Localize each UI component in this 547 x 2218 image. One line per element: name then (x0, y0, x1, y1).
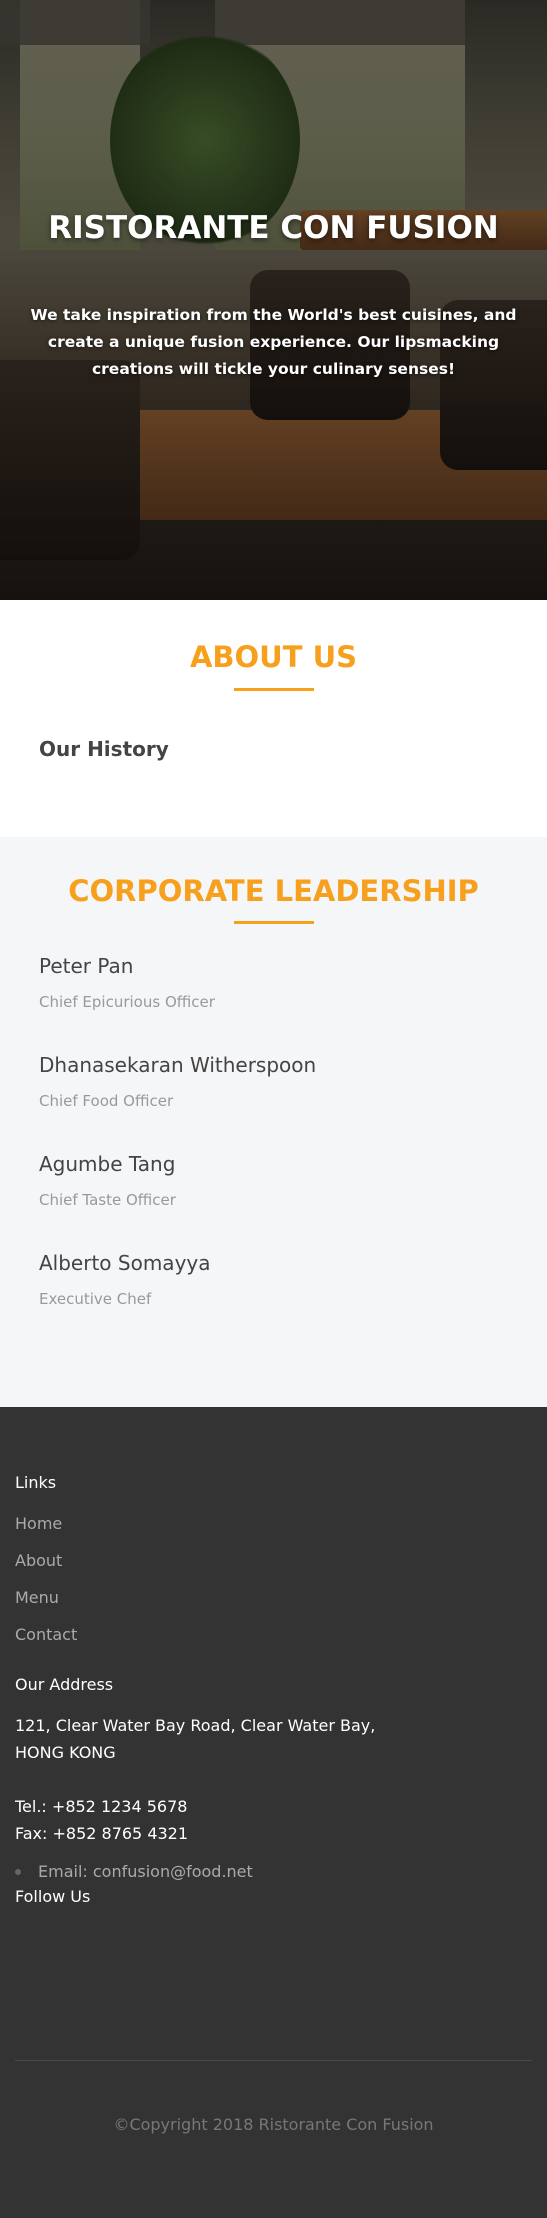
email-link[interactable]: Email: confusion@food.net (38, 1862, 253, 1881)
leader-name: Agumbe Tang (39, 1152, 176, 1176)
links-heading: Links (15, 1473, 57, 1492)
leadership-title: CORPORATE LEADERSHIP (68, 874, 479, 908)
leadership-title-underline (233, 921, 314, 924)
footer-links: Home About Menu Contact (15, 1514, 77, 1662)
footer-link-contact[interactable]: Contact (15, 1625, 77, 1662)
leader-item: Agumbe Tang Chief Taste Officer (39, 1152, 547, 1251)
footer-divider (15, 2060, 532, 2061)
site-footer: Links Home About Menu Contact Our Addres… (0, 1407, 547, 2218)
hero-banner: RISTORANTE CON FUSION We take inspiratio… (0, 0, 547, 600)
footer-link-about[interactable]: About (15, 1551, 77, 1588)
address-block: 121, Clear Water Bay Road, Clear Water B… (15, 1712, 375, 1766)
leader-list: Peter Pan Chief Epicurious Officer Dhana… (0, 954, 547, 1350)
address-line: 121, Clear Water Bay Road, Clear Water B… (15, 1716, 376, 1735)
leadership-section: CORPORATE LEADERSHIP Peter Pan Chief Epi… (0, 837, 547, 1407)
about-title-underline (233, 688, 314, 691)
leader-role: Executive Chef (39, 1290, 152, 1308)
leader-role: Chief Food Officer (39, 1092, 174, 1110)
leader-role: Chief Taste Officer (39, 1191, 176, 1209)
hero-overlay (0, 0, 547, 600)
email-item: Email: confusion@food.net (15, 1862, 253, 1881)
about-section: ABOUT US Our History (0, 600, 547, 837)
address-line: HONG KONG (15, 1743, 116, 1762)
fax: Fax: +852 8765 4321 (15, 1824, 189, 1843)
leader-name: Peter Pan (39, 954, 134, 978)
footer-link-home[interactable]: Home (15, 1514, 77, 1551)
leader-role: Chief Epicurious Officer (39, 993, 215, 1011)
follow-us-heading: Follow Us (15, 1887, 91, 1906)
our-history-heading: Our History (39, 737, 169, 761)
bullet-icon (15, 1868, 21, 1875)
hero-title: RISTORANTE CON FUSION (48, 210, 499, 246)
leader-name: Dhanasekaran Witherspoon (39, 1053, 317, 1077)
about-title: ABOUT US (189, 640, 358, 674)
leader-item: Dhanasekaran Witherspoon Chief Food Offi… (39, 1053, 547, 1152)
hero-tagline: We take inspiration from the World's bes… (30, 306, 517, 378)
footer-link-menu[interactable]: Menu (15, 1588, 77, 1625)
phone-block: Tel.: +852 1234 5678 Fax: +852 8765 4321 (15, 1793, 188, 1847)
copyright: ©Copyright 2018 Ristorante Con Fusion (113, 2115, 434, 2134)
leader-name: Alberto Somayya (39, 1251, 211, 1275)
address-heading: Our Address (15, 1675, 114, 1694)
leader-item: Alberto Somayya Executive Chef (39, 1251, 547, 1350)
telephone: Tel.: +852 1234 5678 (15, 1797, 188, 1816)
leader-item: Peter Pan Chief Epicurious Officer (39, 954, 547, 1053)
